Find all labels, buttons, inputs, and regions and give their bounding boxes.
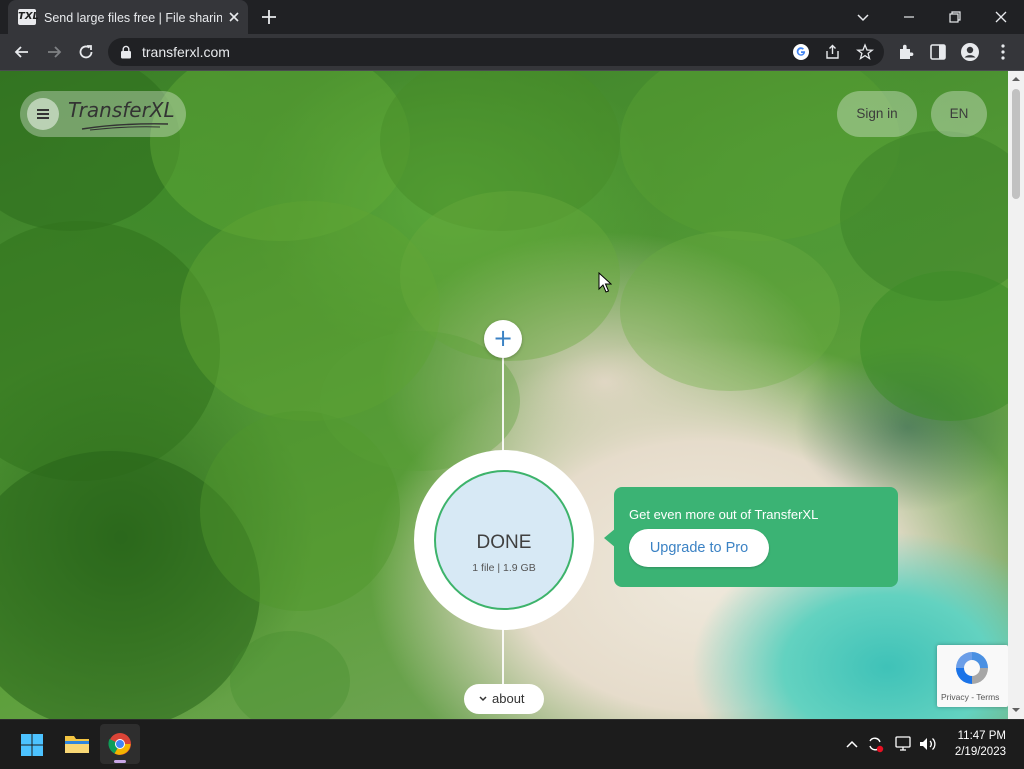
browser-menu-icon[interactable] <box>993 42 1013 62</box>
chrome-taskbar-button[interactable] <box>100 724 140 764</box>
windows-start-icon[interactable] <box>20 733 44 757</box>
plus-icon: + <box>492 324 514 352</box>
upgrade-callout: Get even more out of TransferXL Upgrade … <box>614 487 898 587</box>
upload-rail <box>502 358 504 452</box>
chrome-icon <box>108 733 131 755</box>
forward-icon[interactable] <box>44 42 64 62</box>
scrollbar-thumb[interactable] <box>1012 89 1020 199</box>
active-app-indicator <box>114 760 126 763</box>
about-label: about <box>492 691 525 706</box>
network-icon[interactable] <box>894 735 914 753</box>
bookmark-star-icon[interactable] <box>856 43 874 61</box>
language-selector[interactable]: EN <box>931 91 987 137</box>
browser-toolbar: transferxl.com <box>0 34 1024 70</box>
side-panel-icon[interactable] <box>928 42 948 62</box>
sync-status-icon[interactable] <box>866 735 884 753</box>
upgrade-to-pro-button[interactable]: Upgrade to Pro <box>629 529 769 567</box>
add-files-button[interactable]: + <box>484 320 522 358</box>
palm-canopy <box>620 231 840 391</box>
scroll-down-icon[interactable] <box>1011 705 1021 715</box>
window-close-icon[interactable] <box>988 4 1014 30</box>
page-scrollbar[interactable] <box>1008 71 1024 719</box>
back-icon[interactable] <box>12 42 32 62</box>
upload-rail <box>502 628 504 686</box>
page-background: TransferXL Sign in EN + DONE 1 file | 1.… <box>0 71 1008 719</box>
tab-search-icon[interactable] <box>850 4 876 30</box>
browser-tab-strip: TXL Send large files free | File sharing <box>0 0 1024 34</box>
url-text: transferxl.com <box>142 44 230 60</box>
palm-canopy <box>230 631 350 719</box>
lock-icon[interactable] <box>120 45 132 59</box>
tab-close-icon[interactable] <box>226 9 242 25</box>
address-bar[interactable]: transferxl.com <box>108 38 884 66</box>
site-logo[interactable]: TransferXL <box>68 97 176 123</box>
profile-icon[interactable] <box>960 42 980 62</box>
callout-title: Get even more out of TransferXL <box>629 507 819 522</box>
tab-title: Send large files free | File sharing <box>44 11 222 25</box>
reload-icon[interactable] <box>76 42 96 62</box>
palm-canopy <box>0 221 220 481</box>
browser-tab[interactable]: TXL Send large files free | File sharing <box>8 0 248 34</box>
new-tab-icon[interactable] <box>260 8 278 26</box>
scroll-up-icon[interactable] <box>1011 74 1021 84</box>
share-icon[interactable] <box>824 43 842 61</box>
tray-overflow-chevron-icon[interactable] <box>845 738 859 750</box>
volume-icon[interactable] <box>918 735 938 753</box>
mouse-cursor-icon <box>598 272 612 293</box>
windows-taskbar: 11:47 PM 2/19/2023 <box>0 719 1024 769</box>
minimize-icon[interactable] <box>896 4 922 30</box>
chevron-down-icon <box>479 696 487 702</box>
upload-summary: 1 file | 1.9 GB <box>472 562 536 574</box>
extensions-icon[interactable] <box>896 42 916 62</box>
sign-in-button[interactable]: Sign in <box>837 91 917 137</box>
taskbar-date[interactable]: 2/19/2023 <box>940 745 1006 760</box>
upload-status-text: DONE <box>476 532 532 553</box>
recaptcha-icon <box>956 652 988 684</box>
about-button[interactable]: about <box>464 684 544 714</box>
recaptcha-badge[interactable]: Privacy - Terms <box>937 645 1008 707</box>
google-lens-icon[interactable] <box>792 43 810 61</box>
restore-icon[interactable] <box>942 4 968 30</box>
file-explorer-icon[interactable] <box>64 733 90 755</box>
site-favicon: TXL <box>18 9 39 25</box>
palm-canopy <box>860 271 1008 421</box>
logo-swoosh-icon <box>81 123 169 131</box>
taskbar-time[interactable]: 11:47 PM <box>940 729 1006 744</box>
hamburger-menu-button[interactable] <box>27 98 59 130</box>
logo-menu-pill: TransferXL <box>20 91 186 137</box>
recaptcha-links[interactable]: Privacy - Terms <box>941 691 1007 703</box>
